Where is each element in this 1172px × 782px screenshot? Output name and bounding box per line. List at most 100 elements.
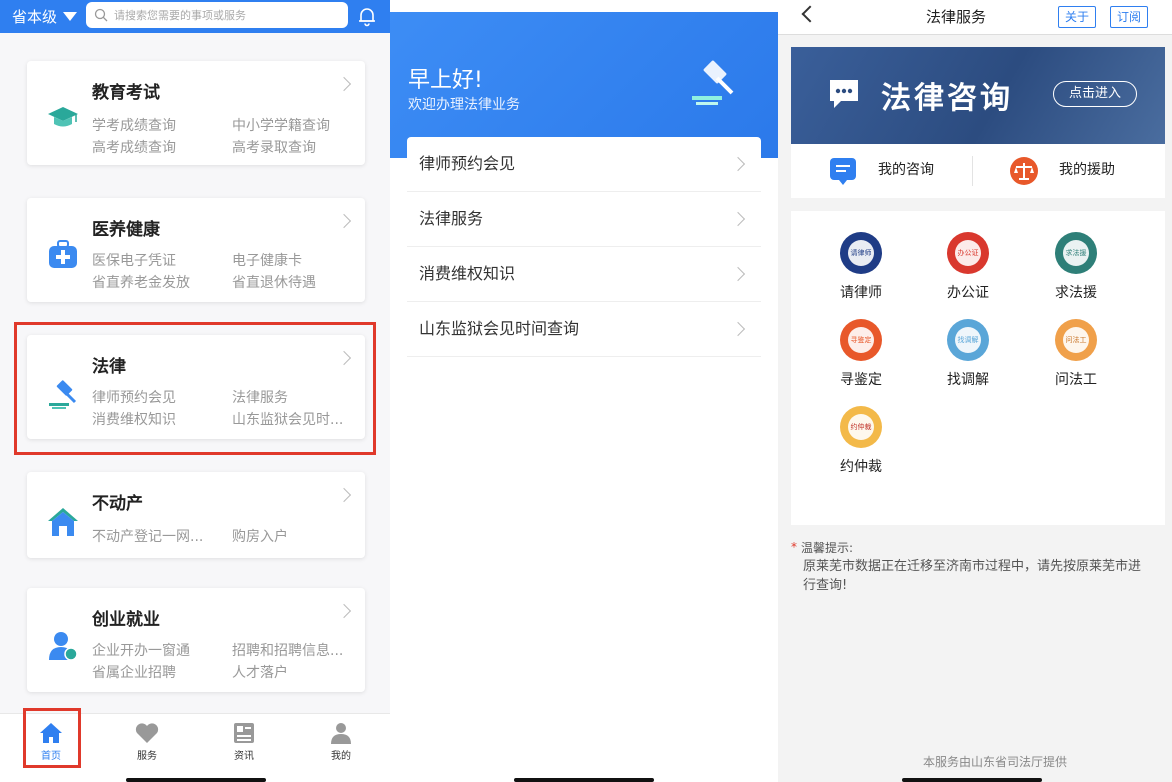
card-real-estate[interactable]: 不动产 不动产登记一网... 购房入户 xyxy=(27,472,365,558)
chevron-right-icon xyxy=(730,321,746,337)
icon-badge: 约仲裁 xyxy=(848,414,874,440)
service-label: 求法援 xyxy=(1055,285,1097,301)
subscribe-button[interactable]: 订阅 xyxy=(1110,6,1149,28)
list-item-label: 法律服务 xyxy=(419,209,484,228)
welcome-text: 欢迎办理法律业务 xyxy=(408,97,520,113)
service-arbitration[interactable]: 约仲裁 约仲裁 xyxy=(821,406,901,476)
card-title: 不动产 xyxy=(92,494,143,514)
service-notary[interactable]: 办公证 办公证 xyxy=(928,232,1008,302)
tab-mine[interactable]: 我的 xyxy=(311,722,371,762)
consult-doc-icon[interactable] xyxy=(828,156,858,186)
mediation-icon: 找调解 xyxy=(947,319,989,361)
home-panel: 省本级 请搜索您需要的事项或服务 教育考试 学考成绩查询 中小学学籍查询 高考成… xyxy=(0,0,390,782)
card-link[interactable]: 电子健康卡 xyxy=(232,250,302,270)
search-placeholder: 请搜索您需要的事项或服务 xyxy=(114,9,246,22)
my-consultation-link[interactable]: 我的咨询 xyxy=(878,159,934,179)
legal-aid-icon: 求法援 xyxy=(1055,232,1097,274)
list-item-label: 律师预约会见 xyxy=(419,154,516,173)
icon-badge: 求法援 xyxy=(1063,240,1089,266)
tab-services[interactable]: 服务 xyxy=(117,722,177,762)
card-link[interactable]: 不动产登记一网... xyxy=(92,526,203,546)
card-link[interactable]: 购房入户 xyxy=(232,526,288,546)
card-link[interactable]: 省直退休待遇 xyxy=(232,272,316,292)
card-link[interactable]: 企业开办一窗通 xyxy=(92,640,190,660)
card-link[interactable]: 医保电子凭证 xyxy=(92,250,176,270)
list-item[interactable]: 律师预约会见 xyxy=(407,137,761,192)
card-link[interactable]: 省直养老金发放 xyxy=(92,272,190,292)
caret-down-icon xyxy=(63,12,78,21)
tab-label: 服务 xyxy=(137,751,157,762)
list-item-label: 消费维权知识 xyxy=(419,264,516,283)
service-lawyer[interactable]: 请律师 请律师 xyxy=(821,232,901,302)
my-aid-link[interactable]: 我的援助 xyxy=(1059,159,1115,179)
list-item[interactable]: 法律服务 xyxy=(407,192,761,247)
about-button[interactable]: 关于 xyxy=(1058,6,1097,28)
provider-note: 本服务由山东省司法厅提供 xyxy=(922,755,1067,769)
chevron-right-icon xyxy=(336,603,352,619)
chat-icon xyxy=(830,80,858,108)
medical-kit-icon xyxy=(49,240,77,268)
bell-icon[interactable] xyxy=(356,5,378,27)
tip-text: 原莱芜市数据正在迁移至济南市过程中，请先按原莱芜市进行查询! xyxy=(803,559,1142,593)
lawyer-icon: 请律师 xyxy=(840,232,882,274)
card-title: 创业就业 xyxy=(92,610,160,630)
chevron-right-icon xyxy=(730,211,746,227)
card-link[interactable]: 高考录取查询 xyxy=(232,137,316,157)
card-title: 医养健康 xyxy=(92,220,160,240)
greeting: 早上好! xyxy=(408,68,483,93)
page-title: 法律服务 xyxy=(926,8,987,26)
service-label: 办公证 xyxy=(947,285,989,301)
user-icon xyxy=(331,723,351,744)
back-icon[interactable] xyxy=(801,5,819,23)
card-link[interactable]: 人才落户 xyxy=(232,662,288,682)
law-card-highlight xyxy=(14,322,376,455)
consultation-banner[interactable]: 法律咨询 点击进入 xyxy=(791,47,1165,144)
card-link[interactable]: 高考成绩查询 xyxy=(92,137,176,157)
list-item-label: 山东监狱会见时间查询 xyxy=(419,319,580,338)
newspaper-icon xyxy=(234,723,254,743)
house-icon xyxy=(48,508,78,536)
service-label: 问法工 xyxy=(1055,372,1097,388)
service-mediation[interactable]: 找调解 找调解 xyxy=(928,319,1008,389)
card-link[interactable]: 中小学学籍查询 xyxy=(232,115,330,135)
service-label: 请律师 xyxy=(840,285,882,301)
card-link[interactable]: 招聘和招聘信息... xyxy=(232,640,343,660)
enter-button[interactable]: 点击进入 xyxy=(1053,81,1137,107)
card-education[interactable]: 教育考试 学考成绩查询 中小学学籍查询 高考成绩查询 高考录取查询 xyxy=(27,61,365,165)
region-selector[interactable]: 省本级 xyxy=(12,6,78,27)
chevron-right-icon xyxy=(336,487,352,503)
tab-news[interactable]: 资讯 xyxy=(214,722,274,762)
chevron-right-icon xyxy=(336,76,352,92)
service-legal-aid[interactable]: 求法援 求法援 xyxy=(1036,232,1116,302)
tab-label: 我的 xyxy=(331,751,351,762)
quick-actions: 我的咨询 我的援助 xyxy=(791,144,1165,198)
chevron-right-icon xyxy=(730,266,746,282)
scales-icon[interactable] xyxy=(1009,156,1039,186)
home-indicator xyxy=(126,778,266,782)
card-link[interactable]: 学考成绩查询 xyxy=(92,115,176,135)
top-bar: 省本级 请搜索您需要的事项或服务 xyxy=(0,0,390,33)
card-link[interactable]: 省属企业招聘 xyxy=(92,662,176,682)
card-health[interactable]: 医养健康 医保电子凭证 电子健康卡 省直养老金发放 省直退休待遇 xyxy=(27,198,365,302)
service-legal-worker[interactable]: 问法工 问法工 xyxy=(1036,319,1116,389)
person-icon xyxy=(49,632,78,661)
tab-label: 资讯 xyxy=(234,751,254,762)
banner-title: 法律咨询 xyxy=(881,81,1013,116)
service-label: 寻鉴定 xyxy=(840,372,882,388)
divider xyxy=(972,156,973,186)
law-panel: 早上好! 欢迎办理法律业务 律师预约会见 法律服务 消费维权知识 山东监狱会见时… xyxy=(390,0,778,782)
service-appraisal[interactable]: 寻鉴定 寻鉴定 xyxy=(821,319,901,389)
list-item[interactable]: 消费维权知识 xyxy=(407,247,761,302)
icon-badge: 问法工 xyxy=(1063,327,1089,353)
search-input[interactable]: 请搜索您需要的事项或服务 xyxy=(86,2,348,28)
search-icon xyxy=(94,8,108,22)
card-employment[interactable]: 创业就业 企业开办一窗通 招聘和招聘信息... 省属企业招聘 人才落户 xyxy=(27,588,365,692)
appraisal-icon: 寻鉴定 xyxy=(840,319,882,361)
required-star-icon: * xyxy=(791,540,797,554)
heart-icon xyxy=(135,723,159,743)
icon-badge: 找调解 xyxy=(955,327,981,353)
home-indicator xyxy=(902,778,1042,782)
law-service-list: 律师预约会见 法律服务 消费维权知识 山东监狱会见时间查询 xyxy=(407,137,761,357)
list-item[interactable]: 山东监狱会见时间查询 xyxy=(407,302,761,357)
region-label: 省本级 xyxy=(12,8,58,26)
